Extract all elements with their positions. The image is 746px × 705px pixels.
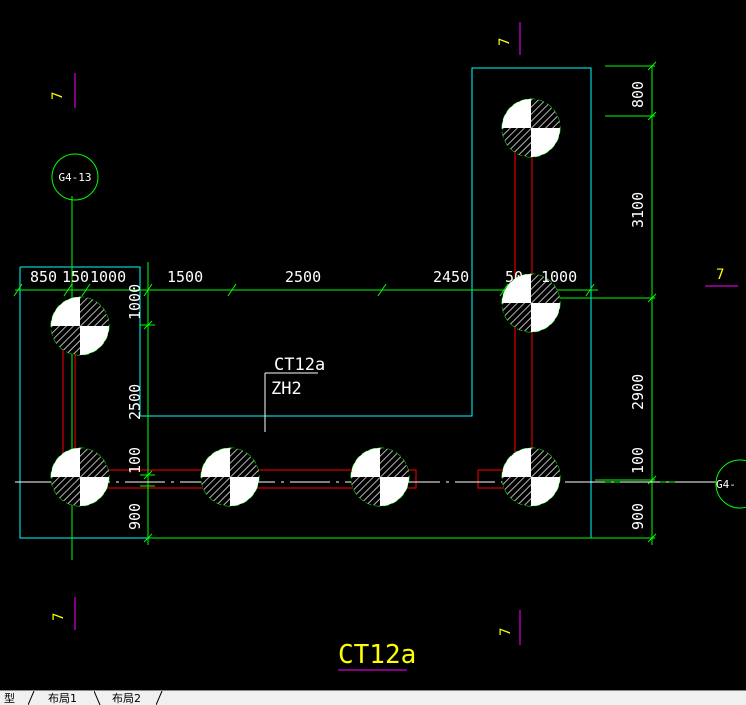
pile (501, 447, 561, 507)
dim-top-1000: 1000 (90, 268, 126, 286)
axis-label: G4-13 (58, 171, 91, 184)
dim-top-1500: 1500 (167, 268, 203, 286)
axis-bubble-right: G4- (715, 459, 746, 509)
dim-right-3100: 3100 (629, 192, 647, 228)
dim-right-2900: 2900 (629, 374, 647, 410)
dim-left-100: 100 (126, 447, 144, 474)
tab-separator (156, 691, 163, 705)
pile (200, 447, 260, 507)
cap-label-group: CT12a ZH2 (264, 355, 325, 432)
section-mark-top-right: 7 (497, 22, 521, 55)
dim-top-1000b: 1000 (541, 268, 577, 286)
section-mark-label: 7 (50, 92, 66, 100)
dim-left-900: 900 (126, 503, 144, 530)
dim-left-2500: 2500 (126, 384, 144, 420)
dim-right-800: 800 (629, 81, 647, 108)
section-mark-bottom-left: 7 (51, 597, 76, 630)
drawing-title-group: CT12a (338, 640, 416, 671)
section-mark-label: 7 (497, 38, 513, 46)
section-mark-label: 7 (498, 628, 514, 636)
dim-top-150: 150 (62, 268, 89, 286)
dim-top-850: 850 (30, 268, 57, 286)
dim-left-1000: 1000 (126, 284, 144, 320)
dim-right-900: 900 (629, 503, 647, 530)
cad-drawing: G4-13 G4- 7 7 7 7 7 850 150 1000 1500 25… (13, 22, 746, 671)
axis-label: G4- (716, 478, 736, 491)
drawing-title: CT12a (338, 640, 416, 670)
dim-right-100: 100 (629, 447, 647, 474)
tab-separator (28, 691, 35, 705)
section-mark-right: 7 (705, 267, 738, 287)
section-mark-label: 7 (51, 613, 67, 621)
section-mark-top-left: 7 (50, 73, 76, 108)
cap-sublabel: ZH2 (271, 379, 302, 399)
pile (501, 98, 561, 158)
tab-layout2[interactable]: 布局2 (108, 692, 145, 705)
pile (350, 447, 410, 507)
dim-top-2500: 2500 (285, 268, 321, 286)
dim-top-50: 50 (505, 268, 523, 286)
section-mark-bottom-right: 7 (498, 610, 521, 645)
dim-top-2450: 2450 (433, 268, 469, 286)
layout-tab-bar: 型 布局1 布局2 (0, 690, 746, 705)
pile (50, 296, 110, 356)
tab-separator (94, 691, 101, 705)
section-mark-label: 7 (716, 267, 724, 283)
tab-model[interactable]: 型 (0, 692, 19, 705)
cap-label: CT12a (274, 355, 325, 375)
tab-layout1[interactable]: 布局1 (44, 692, 81, 705)
axis-bubble-left: G4-13 (51, 153, 99, 201)
pile (50, 447, 110, 507)
